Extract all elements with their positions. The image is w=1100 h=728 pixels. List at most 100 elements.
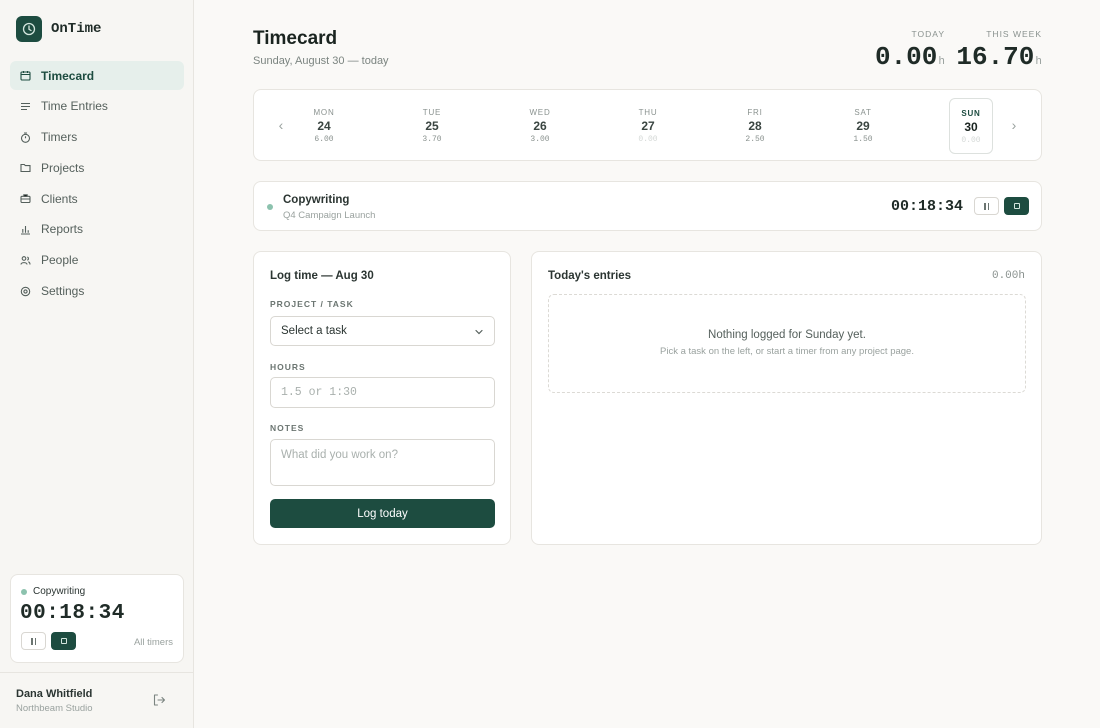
running-dot-icon: [21, 588, 27, 595]
notes-label: NOTES: [270, 423, 305, 433]
sidebar-item-clients[interactable]: Clients: [10, 184, 184, 213]
all-timers-link[interactable]: All timers: [134, 637, 173, 648]
briefcase-icon: [20, 193, 31, 204]
clock-logo-icon: [16, 16, 42, 42]
week-unit: h: [1035, 56, 1042, 68]
day-tue[interactable]: TUE 25 3.70: [410, 98, 454, 154]
day-date: 27: [641, 119, 655, 133]
sidebar-item-label: Time Entries: [41, 99, 108, 114]
sidebar-item-time-entries[interactable]: Time Entries: [10, 92, 184, 121]
sidebar-item-reports[interactable]: Reports: [10, 215, 184, 244]
day-name: SAT: [854, 108, 872, 117]
calendar-icon: [20, 70, 31, 81]
sidebar-nav: Timecard Time Entries Timers Projects Cl…: [10, 61, 184, 307]
running-project: Q4 Campaign Launch: [283, 210, 376, 221]
log-time-title: Log time — Aug 30: [270, 270, 374, 282]
user-org: Northbeam Studio: [16, 703, 93, 714]
day-date: 25: [425, 119, 439, 133]
sidebar-item-label: Timers: [41, 130, 78, 145]
running-timer-bar: Copywriting Q4 Campaign Launch 00:18:34: [253, 181, 1042, 231]
week-hours: 16.70: [956, 42, 1035, 72]
stop-button[interactable]: [1004, 197, 1029, 215]
day-mon[interactable]: MON 24 6.00: [302, 98, 346, 154]
mini-timer-time: 00:18:34: [20, 602, 125, 625]
empty-state: Nothing logged for Sunday yet. Pick a ta…: [548, 294, 1026, 393]
day-name: THU: [638, 108, 658, 117]
mini-timer-task: Copywriting: [21, 586, 85, 597]
sidebar-item-label: People: [41, 253, 79, 268]
log-today-button[interactable]: Log today: [270, 499, 495, 528]
day-fri[interactable]: FRI 28 2.50: [733, 98, 777, 154]
running-task: Copywriting: [283, 194, 350, 206]
prev-week-button[interactable]: ‹: [274, 117, 288, 133]
pause-icon: [34, 637, 36, 645]
mini-timer-card: Copywriting 00:18:34 All timers: [10, 574, 184, 663]
entries-total: 0.00h: [991, 270, 1025, 282]
list-icon: [20, 101, 31, 112]
sidebar-item-label: Reports: [41, 222, 84, 237]
pause-icon: [31, 637, 33, 645]
hours-input[interactable]: [270, 377, 495, 408]
day-hours: 2.50: [745, 135, 765, 144]
day-hours: 0.00: [961, 136, 981, 145]
running-time: 00:18:34: [890, 198, 963, 215]
day-date: 29: [856, 119, 870, 133]
day-thu[interactable]: THU 27 0.00: [626, 98, 670, 154]
entries-title: Today's entries: [548, 270, 632, 282]
day-date: 24: [317, 119, 331, 133]
day-name: SUN: [961, 109, 981, 118]
sidebar-item-label: Timecard: [41, 68, 95, 83]
hours-label: HOURS: [270, 362, 306, 372]
pause-button[interactable]: [974, 197, 999, 215]
sidebar-item-people[interactable]: People: [10, 246, 184, 275]
day-date: 26: [533, 119, 547, 133]
folder-icon: [20, 162, 31, 173]
task-select[interactable]: Select a task: [270, 316, 495, 346]
day-name: WED: [529, 108, 551, 117]
people-icon: [20, 255, 31, 266]
stop-icon: [60, 638, 67, 644]
day-sat[interactable]: SAT 29 1.50: [841, 98, 885, 154]
mini-pause-button[interactable]: [21, 632, 46, 650]
day-date: 28: [748, 119, 762, 133]
day-name: TUE: [422, 108, 442, 117]
week-stat-value: 16.70h: [956, 42, 1042, 72]
sidebar-item-label: Projects: [41, 160, 85, 175]
day-hours: 0.00: [638, 135, 658, 144]
brand[interactable]: OnTime: [16, 16, 101, 42]
logout-icon[interactable]: [152, 693, 166, 707]
week-strip: ‹ MON 24 6.00 TUE 25 3.70 WED 26 3.00 TH…: [253, 89, 1042, 161]
today-stat-label: TODAY: [911, 29, 945, 39]
page-title: Timecard: [253, 28, 338, 49]
today-stat: TODAY 0.00h: [875, 29, 945, 72]
day-hours: 3.00: [530, 135, 550, 144]
mini-stop-button[interactable]: [51, 632, 76, 650]
user-name: Dana Whitfield: [16, 688, 93, 700]
sidebar-item-label: Clients: [41, 191, 78, 206]
sidebar-item-projects[interactable]: Projects: [10, 153, 184, 182]
pause-icon: [984, 202, 986, 210]
sidebar-item-settings[interactable]: Settings: [10, 277, 184, 306]
day-sun-selected[interactable]: SUN 30 0.00: [949, 98, 993, 154]
pause-icon: [987, 202, 989, 210]
today-stat-value: 0.00h: [875, 42, 945, 72]
page-subtitle: Sunday, August 30 — today: [253, 55, 389, 67]
log-time-card: Log time — Aug 30 PROJECT / TASK Select …: [253, 251, 511, 545]
next-week-button[interactable]: ›: [1007, 117, 1021, 133]
day-wed[interactable]: WED 26 3.00: [518, 98, 562, 154]
day-name: MON: [313, 108, 335, 117]
day-name: FRI: [747, 108, 763, 117]
gear-icon: [20, 286, 31, 297]
stopwatch-icon: [20, 132, 31, 143]
notes-input[interactable]: [270, 439, 495, 486]
task-select-value: Select a task: [281, 325, 347, 337]
project-task-label: PROJECT / TASK: [270, 299, 354, 309]
todays-entries-card: Today's entries 0.00h Nothing logged for…: [531, 251, 1042, 545]
chevron-down-icon: [474, 327, 484, 340]
running-dot-icon: [267, 204, 273, 210]
sidebar-item-timers[interactable]: Timers: [10, 123, 184, 152]
stop-icon: [1013, 203, 1020, 209]
sidebar-item-timecard[interactable]: Timecard: [10, 61, 184, 90]
empty-state-subtitle: Pick a task on the left, or start a time…: [660, 346, 914, 357]
sidebar: OnTime Timecard Time Entries Timers Proj…: [0, 0, 194, 728]
